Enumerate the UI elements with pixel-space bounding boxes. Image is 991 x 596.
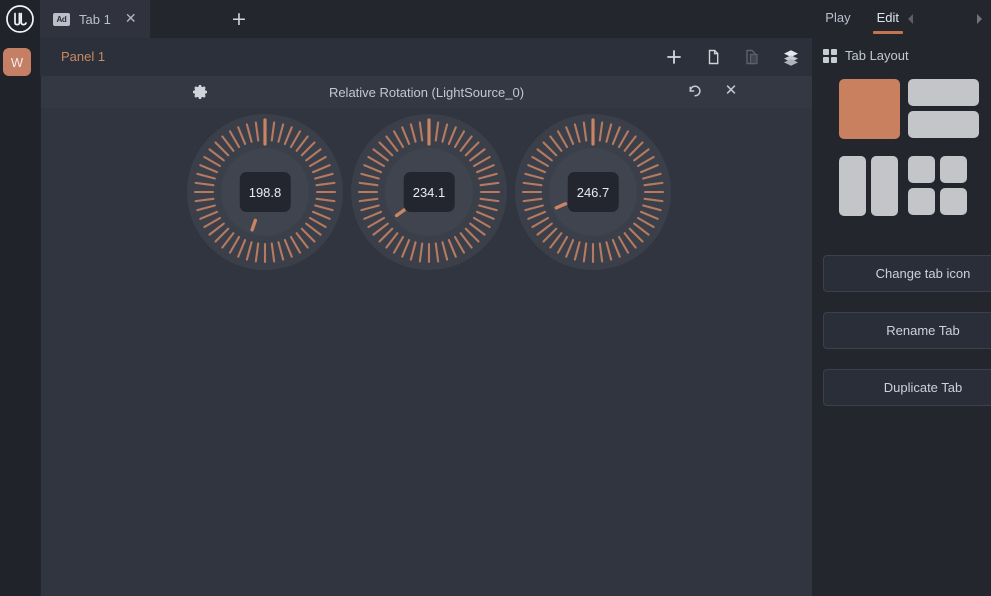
sidebar-header: Tab Layout bbox=[823, 48, 909, 63]
panel-content: Relative Rotation (LightSource_0) ✕ 198.… bbox=[41, 76, 812, 596]
grid-icon bbox=[823, 48, 837, 63]
tab-label: Tab 1 bbox=[79, 11, 111, 27]
tab-play[interactable]: Play bbox=[825, 10, 850, 34]
sidebar-header-label: Tab Layout bbox=[845, 48, 909, 63]
paste-icon[interactable] bbox=[743, 48, 761, 66]
sidebar-buttons: Change tab icon Rename Tab Duplicate Tab bbox=[823, 255, 991, 426]
dial-value-readout[interactable]: 246.7 bbox=[567, 172, 619, 212]
widget-header: Relative Rotation (LightSource_0) ✕ bbox=[41, 76, 812, 108]
mode-tabs: Play Edit bbox=[825, 0, 904, 38]
dial-group: 198.8 234.1 246.7 bbox=[41, 108, 812, 286]
panel-header: Panel 1 bbox=[40, 38, 812, 76]
rename-tab-button[interactable]: Rename Tab bbox=[823, 312, 991, 349]
widget-relative-rotation: Relative Rotation (LightSource_0) ✕ 198.… bbox=[41, 76, 812, 270]
dial-value-readout[interactable]: 234.1 bbox=[403, 172, 455, 212]
close-icon[interactable]: ✕ bbox=[722, 80, 740, 100]
panel-toolbar bbox=[665, 38, 800, 76]
copy-icon[interactable] bbox=[704, 48, 722, 66]
top-bar: Ad Tab 1 ✕ + Play Edit bbox=[40, 0, 991, 38]
dial-yaw[interactable]: 246.7 bbox=[511, 108, 675, 278]
layout-single[interactable] bbox=[823, 79, 900, 147]
ad-badge-icon: Ad bbox=[53, 12, 70, 26]
unreal-engine-logo-icon[interactable] bbox=[3, 2, 37, 36]
dial-value-readout[interactable]: 198.8 bbox=[239, 172, 291, 212]
layout-quad[interactable] bbox=[908, 156, 985, 224]
layout-two-rows[interactable] bbox=[908, 79, 985, 147]
page-title[interactable]: Panel 1 bbox=[61, 49, 105, 64]
layers-icon[interactable] bbox=[782, 48, 800, 66]
remote-control-window: W Ad Tab 1 ✕ + Play Edit Panel 1 Relativ… bbox=[0, 0, 991, 596]
chevron-right-icon[interactable] bbox=[972, 12, 986, 26]
reset-icon[interactable] bbox=[687, 83, 703, 99]
workspace-badge[interactable]: W bbox=[3, 48, 31, 76]
tab-edit[interactable]: Edit bbox=[872, 10, 904, 34]
close-icon[interactable]: ✕ bbox=[125, 12, 137, 26]
tab-item-tab1[interactable]: Ad Tab 1 ✕ bbox=[40, 0, 150, 38]
dial-pitch[interactable]: 234.1 bbox=[347, 108, 511, 278]
layout-two-columns[interactable] bbox=[823, 156, 900, 224]
dial-roll[interactable]: 198.8 bbox=[183, 108, 347, 278]
duplicate-tab-button[interactable]: Duplicate Tab bbox=[823, 369, 991, 406]
right-sidebar: Tab Layout Change tab icon Rename Tab Du… bbox=[812, 38, 991, 596]
add-widget-button[interactable] bbox=[665, 48, 683, 66]
layout-swatches bbox=[823, 79, 985, 224]
left-rail: W bbox=[0, 0, 40, 596]
add-tab-button[interactable]: + bbox=[228, 9, 250, 31]
change-tab-icon-button[interactable]: Change tab icon bbox=[823, 255, 991, 292]
nav-arrows bbox=[904, 12, 986, 26]
chevron-left-icon[interactable] bbox=[904, 12, 918, 26]
